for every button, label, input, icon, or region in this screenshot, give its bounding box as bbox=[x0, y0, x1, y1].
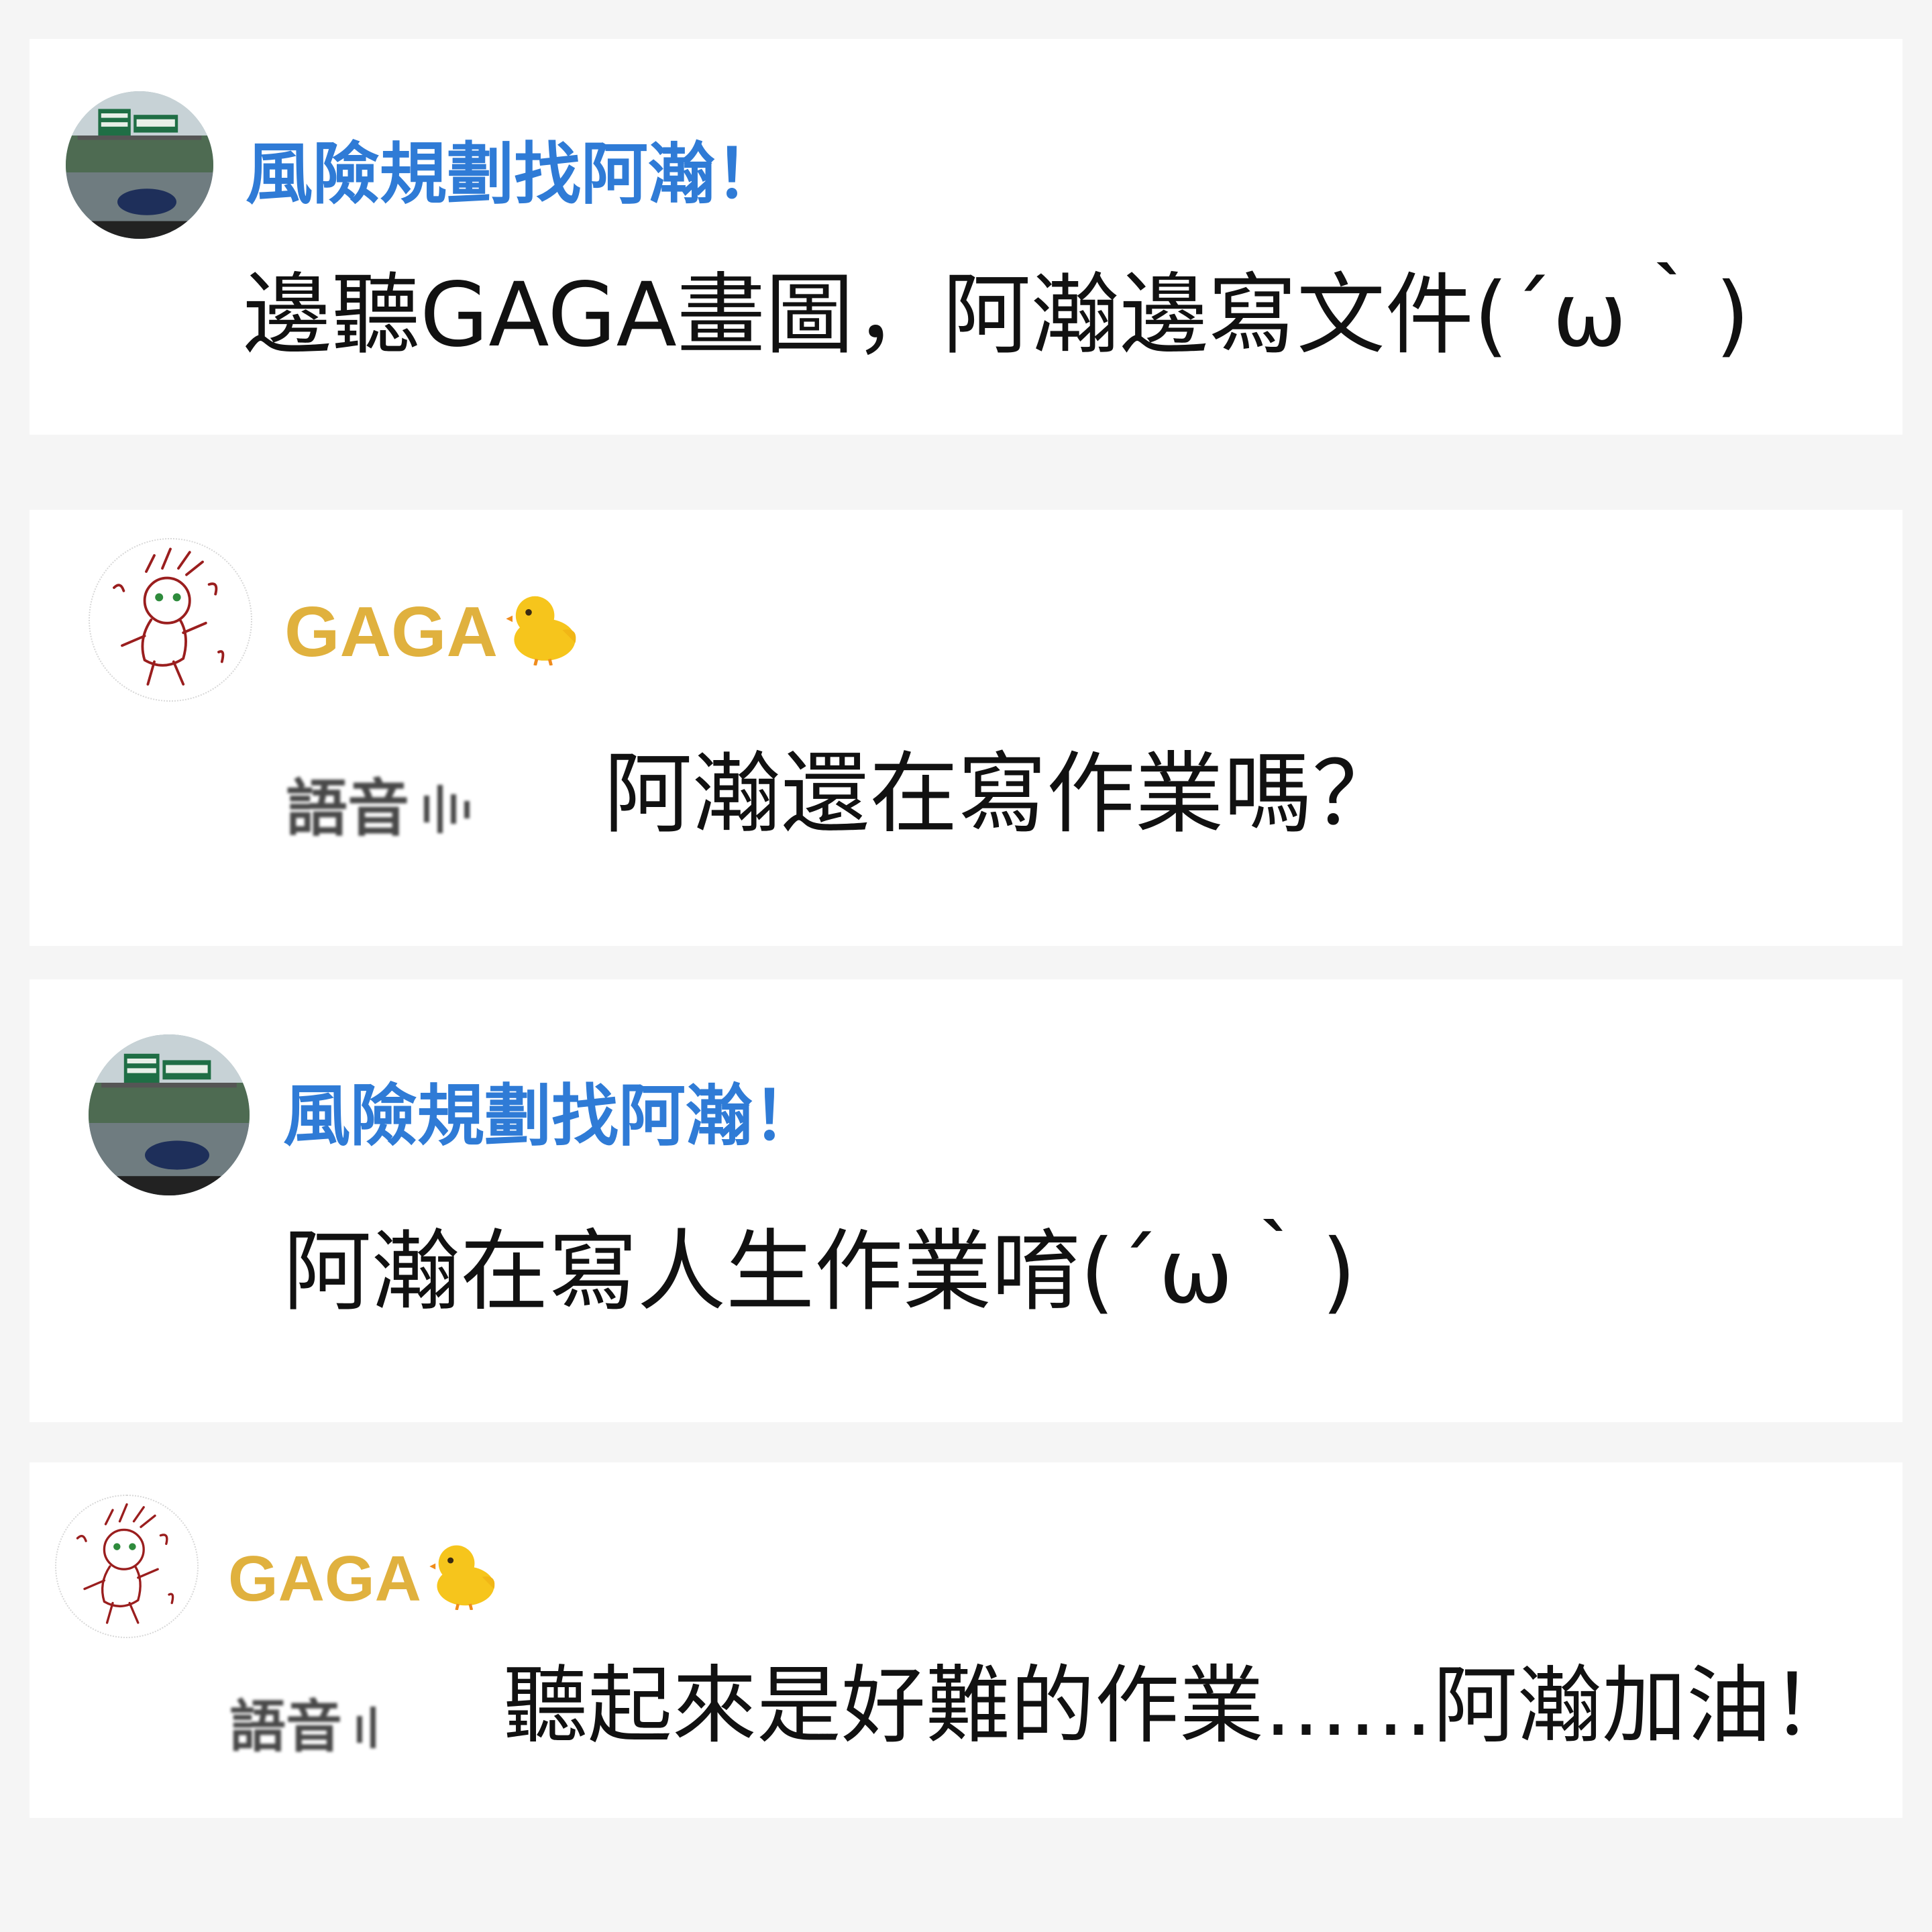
voice-wave-icon bbox=[421, 781, 482, 845]
chick-emoji-icon bbox=[428, 1535, 503, 1621]
comment-text: 聽起來是好難的作業……阿瀚加油！ bbox=[503, 1656, 1856, 1755]
author-name-text: GAGA bbox=[228, 1543, 421, 1615]
comment-card: 風險規劃找阿瀚！ 阿瀚在寫人生作業唷(´ω｀) bbox=[30, 979, 1902, 1422]
highway-photo-avatar[interactable] bbox=[66, 91, 213, 239]
voice-message-tag[interactable]: 語音 bbox=[229, 1699, 388, 1760]
comment-author-name[interactable]: 風險規劃找阿瀚！ bbox=[283, 1083, 820, 1150]
highway-photo-icon bbox=[66, 91, 213, 239]
sketch-avatar[interactable] bbox=[89, 538, 252, 702]
voice-message-tag[interactable]: 語音 bbox=[286, 778, 482, 845]
highway-photo-icon bbox=[89, 1034, 250, 1195]
comment-text: 阿瀚在寫人生作業唷(´ω｀) bbox=[283, 1220, 1356, 1324]
comment-thread: 風險規劃找阿瀚！ 邊聽GAGA畫圖，阿瀚邊寫文件(´ω｀) GAGA 語音 阿瀚… bbox=[0, 0, 1932, 1932]
comment-card: GAGA 語音 阿瀚還在寫作業嗎？ bbox=[30, 510, 1902, 946]
comment-author-name[interactable]: GAGA bbox=[284, 585, 585, 677]
voice-label: 語音 bbox=[229, 1694, 343, 1760]
author-name-text: GAGA bbox=[284, 592, 498, 672]
sketch-avatar[interactable] bbox=[55, 1495, 199, 1638]
comment-card: 風險規劃找阿瀚！ 邊聽GAGA畫圖，阿瀚邊寫文件(´ω｀) bbox=[30, 39, 1902, 435]
comment-text: 阿瀚還在寫作業嗎？ bbox=[604, 743, 1401, 846]
comment-card: GAGA 語音 聽起來是好難的作業……阿瀚加油！ bbox=[30, 1462, 1902, 1818]
sketch-drawing-icon bbox=[76, 1503, 174, 1624]
sketch-drawing-icon bbox=[113, 547, 225, 686]
highway-photo-avatar[interactable] bbox=[89, 1034, 250, 1195]
voice-label: 語音 bbox=[286, 773, 410, 845]
voice-wave-icon bbox=[354, 1703, 388, 1760]
comment-author-name[interactable]: 風險規劃找阿瀚！ bbox=[246, 141, 782, 208]
chick-emoji-icon bbox=[504, 585, 585, 677]
comment-author-name[interactable]: GAGA bbox=[228, 1535, 503, 1621]
comment-text: 邊聽GAGA畫圖，阿瀚邊寫文件(´ω｀) bbox=[243, 264, 1750, 367]
